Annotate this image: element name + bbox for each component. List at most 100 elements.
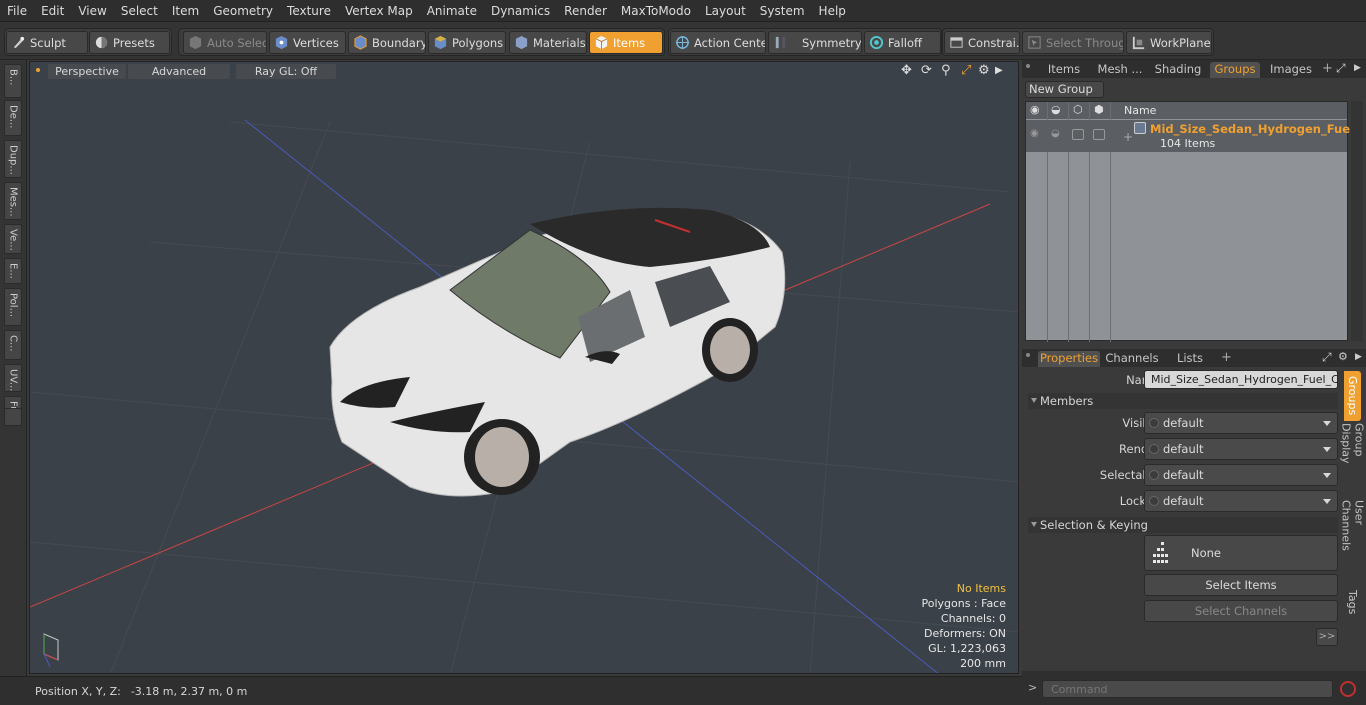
- presets-button[interactable]: Presets: [89, 31, 170, 54]
- add-tab-icon[interactable]: +: [1322, 61, 1333, 76]
- items-button[interactable]: Items: [589, 31, 663, 54]
- move-view-icon[interactable]: ✥: [901, 64, 915, 78]
- perspective-button[interactable]: Perspective: [48, 64, 126, 79]
- tab-mesh[interactable]: Mesh ...: [1094, 62, 1146, 78]
- record-macro-icon[interactable]: [1340, 681, 1356, 697]
- more-button[interactable]: >>: [1316, 628, 1338, 646]
- toolbar: Sculpt Presets Auto Select Vertices 1 Bo…: [0, 22, 1366, 60]
- select-cube-icon[interactable]: ⬢: [1094, 103, 1104, 116]
- tab-images[interactable]: Images: [1264, 62, 1318, 78]
- side-tab-group-display[interactable]: Group Display: [1340, 423, 1366, 495]
- menu-view[interactable]: View: [71, 0, 113, 22]
- props-gear-icon[interactable]: ⚙: [1338, 350, 1348, 363]
- rotate-view-icon[interactable]: ⟳: [921, 64, 935, 78]
- props-menu-arrow-icon[interactable]: ▶: [1355, 352, 1362, 362]
- falloff-button[interactable]: Falloff: [864, 31, 941, 54]
- render-icon[interactable]: ◒: [1051, 103, 1061, 116]
- workplane-button[interactable]: WorkPlane: [1126, 31, 1212, 54]
- menu-item[interactable]: Item: [165, 0, 206, 22]
- vertices-button[interactable]: Vertices 1: [269, 31, 346, 54]
- maximize-view-icon[interactable]: ⤢: [961, 64, 975, 78]
- groups-scrollbar[interactable]: [1351, 101, 1363, 341]
- row-eye-icon[interactable]: ◉: [1030, 128, 1039, 139]
- falloff-icon: [869, 35, 884, 50]
- menu-layout[interactable]: Layout: [698, 0, 753, 22]
- select-channels-button[interactable]: Select Channels: [1144, 600, 1338, 622]
- items-cube-icon: [595, 35, 608, 50]
- groups-list: ◉ ◒ ⬡ ⬢ Name ◉ ◒ + Mid_Size_Sedan_Hydrog…: [1025, 101, 1363, 342]
- select-through-button[interactable]: Select Through: [1022, 31, 1124, 54]
- left-tab-4[interactable]: Mes...: [4, 182, 22, 220]
- left-tab-5[interactable]: Ve...: [4, 224, 22, 254]
- group-row[interactable]: ◉ ◒ + Mid_Size_Sedan_Hydrogen_Fue... 104…: [1026, 120, 1363, 152]
- zoom-view-icon[interactable]: ⚲: [941, 64, 955, 78]
- constraints-button[interactable]: Constrai...: [944, 31, 1020, 54]
- command-input[interactable]: [1042, 680, 1333, 698]
- locked-dropdown[interactable]: default: [1144, 490, 1338, 512]
- advanced-button[interactable]: Advanced: [128, 64, 230, 79]
- side-tab-user-channels[interactable]: User Channels: [1340, 500, 1366, 578]
- row-render-icon[interactable]: ◒: [1051, 128, 1060, 139]
- left-tab-3[interactable]: Dup...: [4, 140, 22, 178]
- keying-none-button[interactable]: None: [1144, 535, 1338, 571]
- sculpt-button[interactable]: Sculpt: [6, 31, 88, 54]
- tab-shading[interactable]: Shading: [1150, 62, 1206, 78]
- menu-maxtomodo[interactable]: MaxToModo: [614, 0, 698, 22]
- position-value: -3.18 m, 2.37 m, 0 m: [130, 684, 248, 698]
- left-tab-2[interactable]: De...: [4, 100, 22, 136]
- left-tab-1[interactable]: B...: [4, 64, 22, 98]
- expand-panel-icon[interactable]: ⤢: [1336, 61, 1346, 76]
- expand-group-icon[interactable]: +: [1123, 130, 1133, 144]
- row-select-checkbox[interactable]: [1093, 129, 1105, 140]
- left-tab-7[interactable]: Pol...: [4, 288, 22, 326]
- side-tab-groups[interactable]: Groups: [1344, 371, 1361, 421]
- tab-lists[interactable]: Lists: [1164, 351, 1216, 367]
- selection-keying-section[interactable]: Selection & Keying: [1028, 517, 1338, 533]
- menu-select[interactable]: Select: [114, 0, 165, 22]
- menu-system[interactable]: System: [753, 0, 812, 22]
- boundary-button[interactable]: Boundary: [348, 31, 426, 54]
- expand-props-icon[interactable]: ⤢: [1322, 350, 1332, 365]
- left-tab-8[interactable]: C...: [4, 330, 22, 360]
- left-tab-9[interactable]: UV...: [4, 364, 22, 392]
- menu-texture[interactable]: Texture: [280, 0, 338, 22]
- side-tab-tags[interactable]: Tags: [1344, 584, 1361, 620]
- symmetry-button[interactable]: Symmetry: [768, 31, 862, 54]
- render-dropdown[interactable]: default: [1144, 438, 1338, 460]
- menu-render[interactable]: Render: [557, 0, 614, 22]
- action-center-button[interactable]: Action Center: [670, 31, 766, 54]
- gear-icon[interactable]: ⚙: [978, 64, 992, 78]
- menu-geometry[interactable]: Geometry: [206, 0, 280, 22]
- menu-edit[interactable]: Edit: [34, 0, 71, 22]
- selectable-dropdown[interactable]: default: [1144, 464, 1338, 486]
- tab-groups[interactable]: Groups: [1210, 62, 1260, 78]
- polygons-button[interactable]: Polygons: [428, 31, 506, 54]
- add-props-tab-icon[interactable]: +: [1221, 350, 1232, 365]
- left-strip-small-button[interactable]: [4, 408, 22, 426]
- name-input[interactable]: Mid_Size_Sedan_Hydrogen_Fuel_Cell: [1144, 370, 1338, 389]
- raygl-button[interactable]: Ray GL: Off: [236, 64, 336, 79]
- boundary-icon: [354, 35, 367, 50]
- left-tab-6[interactable]: E...: [4, 258, 22, 284]
- select-items-button[interactable]: Select Items: [1144, 574, 1338, 596]
- tab-properties[interactable]: Properties: [1038, 351, 1100, 367]
- members-section[interactable]: Members: [1028, 393, 1338, 409]
- menu-vertex-map[interactable]: Vertex Map: [338, 0, 420, 22]
- panel-menu-arrow-icon[interactable]: ▶: [1354, 63, 1361, 73]
- visible-dropdown[interactable]: default: [1144, 412, 1338, 434]
- new-group-button[interactable]: New Group: [1025, 81, 1104, 98]
- 3d-viewport[interactable]: Perspective Advanced Ray GL: Off ✥ ⟳ ⚲ ⤢…: [29, 61, 1019, 674]
- auto-select-button[interactable]: Auto Select: [183, 31, 267, 54]
- viewport-menu-arrow-icon[interactable]: ▶: [995, 64, 1009, 78]
- right-panel: Items Mesh ... Shading Groups Images + ⤢…: [1022, 60, 1366, 705]
- tab-channels[interactable]: Channels: [1104, 351, 1160, 367]
- materials-button[interactable]: Materials: [509, 31, 587, 54]
- menu-file[interactable]: File: [0, 0, 34, 22]
- menu-dynamics[interactable]: Dynamics: [484, 0, 557, 22]
- menu-help[interactable]: Help: [812, 0, 853, 22]
- menu-animate[interactable]: Animate: [420, 0, 484, 22]
- row-lock-checkbox[interactable]: [1072, 129, 1084, 140]
- lock-cube-icon[interactable]: ⬡: [1073, 103, 1083, 116]
- eye-icon[interactable]: ◉: [1030, 103, 1040, 116]
- tab-items[interactable]: Items: [1040, 62, 1088, 78]
